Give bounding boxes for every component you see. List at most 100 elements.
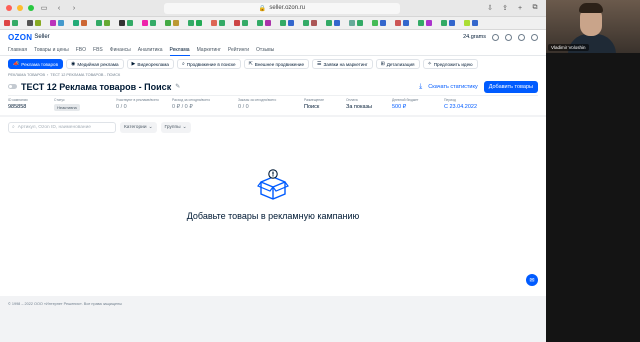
bookmark-icon[interactable] xyxy=(188,20,194,26)
stat-value[interactable]: С 23.04.2022 xyxy=(444,104,514,110)
bookmark-icon[interactable] xyxy=(50,20,56,26)
nav-item[interactable]: Финансы xyxy=(110,47,131,53)
bookmark-icon[interactable] xyxy=(288,20,294,26)
subnav-tab[interactable]: ⇱ Внешнее продвижение xyxy=(243,59,310,69)
bookmark-icon[interactable] xyxy=(464,20,470,26)
search-input[interactable]: ⌕ Артикул, Ozon ID, наименование xyxy=(8,121,116,133)
stat-value: 985858 xyxy=(8,104,27,110)
bookmark-icon[interactable] xyxy=(472,20,478,26)
support-chat-button[interactable]: ✉ xyxy=(526,274,538,286)
nav-item[interactable]: Реклама xyxy=(169,47,190,56)
close-window-icon[interactable] xyxy=(6,5,12,11)
bookmark-icon[interactable] xyxy=(127,20,133,26)
nav-item[interactable]: Главная xyxy=(8,47,27,53)
bookmark-icon[interactable] xyxy=(372,20,378,26)
bookmark-icon[interactable] xyxy=(119,20,125,26)
bookmark-icon[interactable] xyxy=(265,20,271,26)
bookmark-icon[interactable] xyxy=(165,20,171,26)
download-stats-button[interactable]: Скачать статистику xyxy=(428,84,477,90)
participant-video[interactable]: Vladimir Voloshin xyxy=(546,0,640,53)
subnav-tab[interactable]: 📣 Реклама товаров xyxy=(8,59,64,69)
ozon-logo[interactable]: OZON xyxy=(8,33,32,42)
stat-label: Период xyxy=(444,98,456,102)
bookmark-icon[interactable] xyxy=(96,20,102,26)
nav-item[interactable]: FBO xyxy=(76,47,86,53)
stat-item: Заказы за сегодня/всего 0 / 0 xyxy=(238,98,304,110)
sidebar-toggle-icon[interactable]: ▭ xyxy=(39,4,49,12)
nav-item[interactable]: Маркетинг xyxy=(197,47,221,53)
forward-icon[interactable]: › xyxy=(69,5,79,12)
groups-dropdown[interactable]: Группы ⌄ xyxy=(160,121,191,133)
nav-item[interactable]: FBS xyxy=(93,47,103,53)
bookmark-icon[interactable] xyxy=(104,20,110,26)
bookmark-icon[interactable] xyxy=(303,20,309,26)
bookmark-icon[interactable] xyxy=(280,20,286,26)
edit-title-icon[interactable]: ✎ xyxy=(175,83,180,90)
bookmark-icon[interactable] xyxy=(242,20,248,26)
bookmark-icon[interactable] xyxy=(311,20,317,26)
bookmark-icon[interactable] xyxy=(81,20,87,26)
stat-value: За показы xyxy=(346,104,372,110)
bookmark-icon[interactable] xyxy=(173,20,179,26)
subnav-tab[interactable]: ▶ Видеореклама xyxy=(126,59,174,69)
stat-value[interactable]: 500 ₽ xyxy=(392,104,444,110)
bookmark-icon[interactable] xyxy=(395,20,401,26)
category-dropdown[interactable]: Категории ⌄ xyxy=(120,121,157,133)
bookmark-icon[interactable] xyxy=(380,20,386,26)
bookmark-icon[interactable] xyxy=(211,20,217,26)
bookmark-icon[interactable] xyxy=(357,20,363,26)
bookmark-icon[interactable] xyxy=(142,20,148,26)
bookmark-icon[interactable] xyxy=(73,20,79,26)
subnav-tab[interactable]: ✧ Предложить идею xyxy=(422,59,478,69)
nav-item[interactable]: Аналитика xyxy=(138,47,163,53)
bookmark-icon[interactable] xyxy=(449,20,455,26)
chevron-down-icon: ⌄ xyxy=(182,124,187,130)
share-icon[interactable]: ⇪ xyxy=(500,4,510,12)
nav-item[interactable]: Рейтинги xyxy=(228,47,249,53)
subnav-tab[interactable]: ⌕ Продвижение в поиске xyxy=(176,59,241,69)
help-icon[interactable] xyxy=(492,33,499,41)
subnav-tab-label: Заявки на маркетинг xyxy=(323,61,368,67)
address-bar[interactable]: 🔒 seller.ozon.ru xyxy=(164,2,400,14)
bookmark-icon[interactable] xyxy=(441,20,447,26)
download-stats-icon[interactable]: ⤓ xyxy=(419,83,422,91)
back-icon[interactable]: ‹ xyxy=(54,5,64,12)
subnav-tab[interactable]: ☰ Заявки на маркетинг xyxy=(312,59,373,69)
tabs-overview-icon[interactable]: ⧉ xyxy=(530,4,540,12)
bookmark-icon[interactable] xyxy=(349,20,355,26)
bookmark-icon[interactable] xyxy=(58,20,64,26)
bookmark-icon[interactable] xyxy=(403,20,409,26)
notifications-icon[interactable] xyxy=(518,33,525,41)
search-icon: ⌕ xyxy=(181,60,185,67)
profile-icon[interactable] xyxy=(531,33,538,41)
breadcrumb-parent[interactable]: Реклама товаров xyxy=(8,73,45,77)
bookmark-icon[interactable] xyxy=(418,20,424,26)
bookmark-icon[interactable] xyxy=(234,20,240,26)
subnav-tab-label: Видеореклама xyxy=(137,61,169,67)
subnav-tab[interactable]: ◉ Медийная реклама xyxy=(66,59,124,69)
bookmark-icon[interactable] xyxy=(196,20,202,26)
bookmark-icon[interactable] xyxy=(35,20,41,26)
subnav-tab[interactable]: ⊞ Детализация xyxy=(375,59,420,69)
lightbulb-icon: ✧ xyxy=(427,60,432,67)
bookmark-icon[interactable] xyxy=(27,20,33,26)
bookmark-icon[interactable] xyxy=(150,20,156,26)
account-name[interactable]: 24.grams xyxy=(463,34,486,40)
new-tab-icon[interactable]: + xyxy=(515,5,525,12)
nav-item[interactable]: Отзывы xyxy=(256,47,274,53)
bookmark-icon[interactable] xyxy=(4,20,10,26)
minimize-window-icon[interactable] xyxy=(17,5,23,11)
bookmark-icon[interactable] xyxy=(12,20,18,26)
bookmark-icon[interactable] xyxy=(426,20,432,26)
campaign-active-toggle[interactable] xyxy=(8,84,17,89)
add-products-button[interactable]: Добавить товары xyxy=(483,80,538,93)
download-icon[interactable]: ⇩ xyxy=(485,4,495,12)
nav-item[interactable]: Товары и цены xyxy=(34,47,69,53)
bookmark-icon[interactable] xyxy=(257,20,263,26)
bookmark-icon[interactable] xyxy=(334,20,340,26)
chat-icon[interactable] xyxy=(505,33,512,41)
bookmark-icon[interactable] xyxy=(326,20,332,26)
maximize-window-icon[interactable] xyxy=(28,5,34,11)
bookmark-icon[interactable] xyxy=(219,20,225,26)
campaign-panel: Реклама товаров › ТЕСТ 12 Реклама товаро… xyxy=(0,72,546,115)
